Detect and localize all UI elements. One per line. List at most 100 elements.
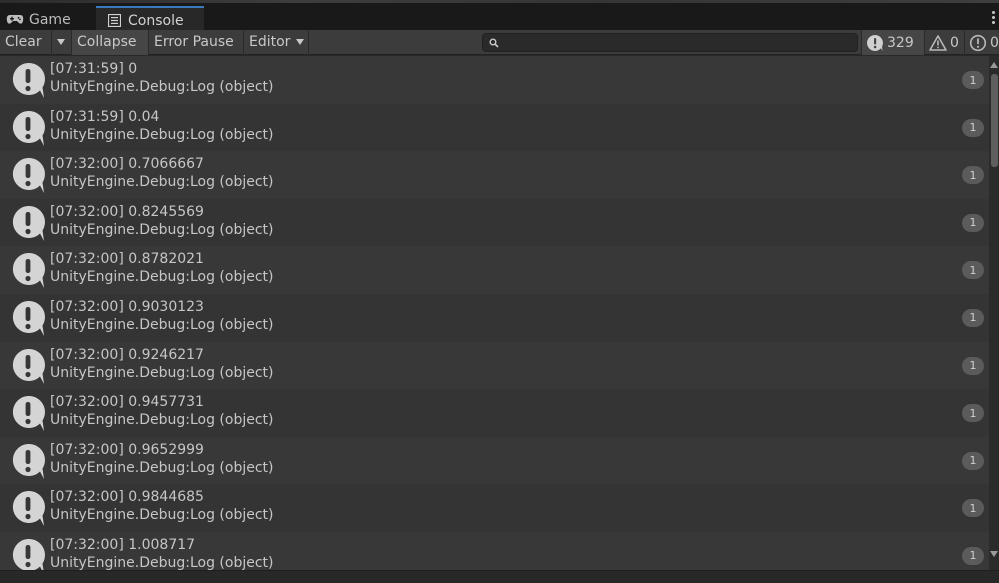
console-window: Game Console Clear Collapse Error Pause … — [0, 0, 999, 583]
info-icon — [12, 491, 45, 527]
error-pause-toggle[interactable]: Error Pause — [149, 29, 244, 55]
collapse-count-badge: 1 — [962, 261, 984, 280]
tab-console-label: Console — [128, 12, 184, 29]
log-message-line: [07:32:00] 0.9030123 — [50, 298, 204, 315]
log-stacktrace-line: UnityEngine.Debug:Log (object) — [50, 174, 274, 191]
clear-button-label: Clear — [5, 34, 42, 50]
log-message: [07:32:00] 0.9844685 UnityEngine.Debug:Lo… — [50, 488, 274, 524]
log-entry[interactable]: [07:32:00] 0.9030123 UnityEngine.Debug:Lo… — [0, 293, 989, 342]
error-count: 0 — [990, 34, 999, 51]
status-bar — [0, 570, 999, 583]
collapse-label: Collapse — [77, 34, 137, 50]
gamepad-icon — [6, 13, 24, 27]
scroll-up-icon[interactable] — [990, 62, 998, 68]
collapse-toggle[interactable]: Collapse — [72, 29, 149, 55]
log-entry[interactable]: [07:31:59] 0 UnityEngine.Debug:Log (objec… — [0, 56, 989, 104]
log-message-line: [07:31:59] 0 — [50, 61, 138, 77]
window-edge — [0, 0, 999, 3]
collapse-count-badge: 1 — [962, 546, 984, 565]
console-toolbar: Clear Collapse Error Pause Editor 329 0 … — [0, 29, 999, 55]
info-icon — [12, 110, 45, 146]
log-message: [07:32:00] 0.9246217 UnityEngine.Debug:Lo… — [50, 346, 274, 382]
log-entry[interactable]: [07:32:00] 0.9457731 UnityEngine.Debug:Lo… — [0, 389, 989, 437]
scrollbar-thumb[interactable] — [991, 74, 998, 167]
log-count: 329 — [887, 34, 914, 51]
log-entry[interactable]: [07:32:00] 0.9844685 UnityEngine.Debug:Lo… — [0, 484, 989, 532]
info-icon — [12, 158, 45, 194]
collapse-count-badge: 1 — [962, 71, 984, 89]
collapse-count-badge: 1 — [962, 404, 984, 423]
log-stacktrace-line: UnityEngine.Debug:Log (object) — [50, 507, 274, 524]
more-options-icon[interactable] — [990, 11, 996, 27]
collapse-count-badge: 1 — [962, 356, 984, 375]
editor-label: Editor — [249, 34, 291, 50]
error-icon — [969, 34, 987, 52]
info-icon — [12, 443, 45, 479]
warning-count: 0 — [950, 34, 959, 51]
log-message: [07:32:00] 0.8782021 UnityEngine.Debug:Lo… — [50, 250, 274, 286]
log-stacktrace-line: UnityEngine.Debug:Log (object) — [50, 79, 274, 95]
scrollbar[interactable] — [989, 56, 999, 570]
error-pause-label: Error Pause — [154, 34, 234, 50]
collapse-count-badge: 1 — [962, 308, 984, 327]
error-count-toggle[interactable]: 0 — [964, 30, 999, 55]
log-stacktrace-line: UnityEngine.Debug:Log (object) — [50, 364, 274, 381]
search-icon — [489, 38, 499, 48]
info-icon — [12, 205, 45, 241]
log-message: [07:31:59] 0 UnityEngine.Debug:Log (objec… — [50, 60, 274, 96]
log-message: [07:32:00] 0.9652999 UnityEngine.Debug:Lo… — [50, 441, 274, 477]
log-entry[interactable]: [07:32:00] 0.8245569 UnityEngine.Debug:Lo… — [0, 198, 989, 247]
collapse-count-badge: 1 — [962, 499, 984, 518]
log-count-toggle[interactable]: 329 — [861, 30, 924, 55]
chevron-down-icon — [57, 39, 65, 45]
info-icon — [12, 348, 45, 384]
log-entry[interactable]: [07:32:00] 1.008717 UnityEngine.Debug:Log… — [0, 531, 989, 570]
log-counters: 329 0 0 — [861, 30, 999, 55]
log-stacktrace-line: UnityEngine.Debug:Log (object) — [50, 316, 274, 333]
warning-icon — [929, 34, 947, 52]
log-entry[interactable]: [07:32:00] 0.8782021 UnityEngine.Debug:Lo… — [0, 246, 989, 294]
log-message-line: [07:32:00] 0.9652999 — [50, 441, 204, 458]
tab-game-label: Game — [29, 11, 71, 28]
scroll-down-icon[interactable] — [990, 551, 998, 557]
log-message: [07:32:00] 0.7066667 UnityEngine.Debug:Lo… — [50, 155, 274, 191]
log-message: [07:32:00] 1.008717 UnityEngine.Debug:Log… — [50, 536, 274, 570]
log-entry[interactable]: [07:32:00] 0.9246217 UnityEngine.Debug:Lo… — [0, 341, 989, 390]
info-icon — [12, 62, 45, 98]
clear-button[interactable]: Clear — [0, 29, 52, 55]
log-message-line: [07:32:00] 0.9844685 — [50, 489, 204, 506]
log-stacktrace-line: UnityEngine.Debug:Log (object) — [50, 459, 274, 476]
log-message-line: [07:32:00] 0.8245569 — [50, 203, 204, 220]
chevron-down-icon — [296, 39, 305, 45]
log-stacktrace-line: UnityEngine.Debug:Log (object) — [50, 269, 274, 286]
log-list[interactable]: [07:31:59] 0 UnityEngine.Debug:Log (objec… — [0, 56, 989, 570]
collapse-count-badge: 1 — [962, 451, 984, 470]
info-icon — [12, 253, 45, 289]
log-stacktrace-line: UnityEngine.Debug:Log (object) — [50, 221, 274, 238]
log-message: [07:32:00] 0.9030123 UnityEngine.Debug:Lo… — [50, 298, 274, 334]
info-icon — [12, 396, 45, 432]
editor-dropdown[interactable]: Editor — [244, 29, 309, 55]
log-message-line: [07:32:00] 0.9246217 — [50, 346, 204, 363]
log-stacktrace-line: UnityEngine.Debug:Log (object) — [50, 126, 274, 143]
warning-count-toggle[interactable]: 0 — [924, 30, 964, 55]
log-message-line: [07:32:00] 0.7066667 — [50, 156, 204, 173]
clear-options-dropdown[interactable] — [52, 29, 72, 55]
log-stacktrace-line: UnityEngine.Debug:Log (object) — [50, 412, 274, 429]
log-message: [07:31:59] 0.04 UnityEngine.Debug:Log (ob… — [50, 108, 274, 144]
info-icon — [866, 34, 884, 52]
log-entry[interactable]: [07:32:00] 0.7066667 UnityEngine.Debug:Lo… — [0, 151, 989, 199]
log-stacktrace-line: UnityEngine.Debug:Log (object) — [50, 554, 274, 570]
log-entry[interactable]: [07:31:59] 0.04 UnityEngine.Debug:Log (ob… — [0, 103, 989, 152]
search-input[interactable] — [482, 33, 858, 52]
log-entry[interactable]: [07:32:00] 0.9652999 UnityEngine.Debug:Lo… — [0, 436, 989, 485]
tab-bar: Game Console — [0, 0, 999, 33]
collapse-count-badge: 1 — [962, 118, 984, 137]
log-message: [07:32:00] 0.8245569 UnityEngine.Debug:Lo… — [50, 203, 274, 239]
info-icon — [12, 538, 45, 570]
log-message: [07:32:00] 0.9457731 UnityEngine.Debug:Lo… — [50, 393, 274, 429]
console-list-icon — [105, 14, 123, 28]
info-icon — [12, 300, 45, 336]
collapse-count-badge: 1 — [962, 213, 984, 232]
log-message-line: [07:32:00] 1.008717 — [50, 536, 196, 553]
